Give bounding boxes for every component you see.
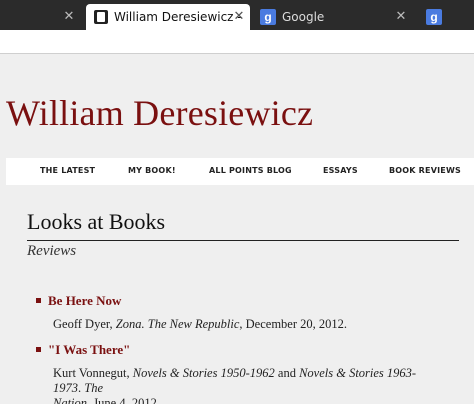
review-publication: The New Republic [147, 317, 240, 331]
nav-item-book-reviews[interactable]: BOOK REVIEWS [389, 166, 461, 175]
close-tab-icon[interactable]: ✕ [394, 4, 408, 28]
browser-toolbar [0, 30, 474, 54]
tab-title: William Deresiewicz - [114, 10, 242, 24]
review-publication: The [84, 381, 103, 395]
review-work: Novels & Stories 1950-1962 [132, 366, 275, 380]
review-title-link[interactable]: Be Here Now [48, 293, 121, 309]
review-citation: Geoff Dyer, Zona. The New Republic, Dece… [53, 317, 463, 332]
review-citation: Kurt Vonnegut, Novels & Stories 1950-196… [53, 366, 443, 404]
review-title-link[interactable]: "I Was There" [48, 342, 130, 358]
nav-item-my-book[interactable]: MY BOOK! [128, 166, 176, 175]
heading-divider [27, 240, 459, 241]
review-publication: Nation [53, 396, 88, 404]
close-tab-icon[interactable]: ✕ [62, 4, 76, 28]
nav-item-all-points-blog[interactable]: ALL POINTS BLOG [209, 166, 292, 175]
list-bullet [36, 298, 41, 303]
review-date: , December 20, 2012. [239, 317, 348, 331]
review-author: Geoff Dyer, [53, 317, 116, 331]
site-title[interactable]: William Deresiewicz [6, 92, 313, 134]
main-nav: THE LATEST MY BOOK! ALL POINTS BLOG ESSA… [6, 158, 474, 185]
browser-tab-partial[interactable]: g [418, 4, 474, 30]
page-heading: Looks at Books [27, 209, 166, 234]
tab-title: Google [282, 10, 325, 24]
page-subheading: Reviews [27, 243, 77, 259]
list-bullet [36, 347, 41, 352]
nav-item-essays[interactable]: ESSAYS [323, 166, 358, 175]
review-conjunction: and [274, 366, 300, 380]
review-work: Zona [115, 317, 142, 331]
nav-item-the-latest[interactable]: THE LATEST [40, 166, 95, 175]
review-date: , June 4, 2012. [87, 396, 160, 404]
browser-tab-active[interactable]: William Deresiewicz - [86, 4, 250, 30]
page-favicon-icon [94, 10, 108, 24]
google-favicon-icon: g [260, 9, 276, 25]
browser-tab-strip: ✕ William Deresiewicz - ✕ g Google ✕ g [0, 0, 474, 30]
google-favicon-icon: g [426, 9, 442, 25]
review-author: Kurt Vonnegut, [53, 366, 133, 380]
close-tab-icon[interactable]: ✕ [232, 4, 246, 28]
browser-tab-google[interactable]: g Google [252, 4, 392, 30]
